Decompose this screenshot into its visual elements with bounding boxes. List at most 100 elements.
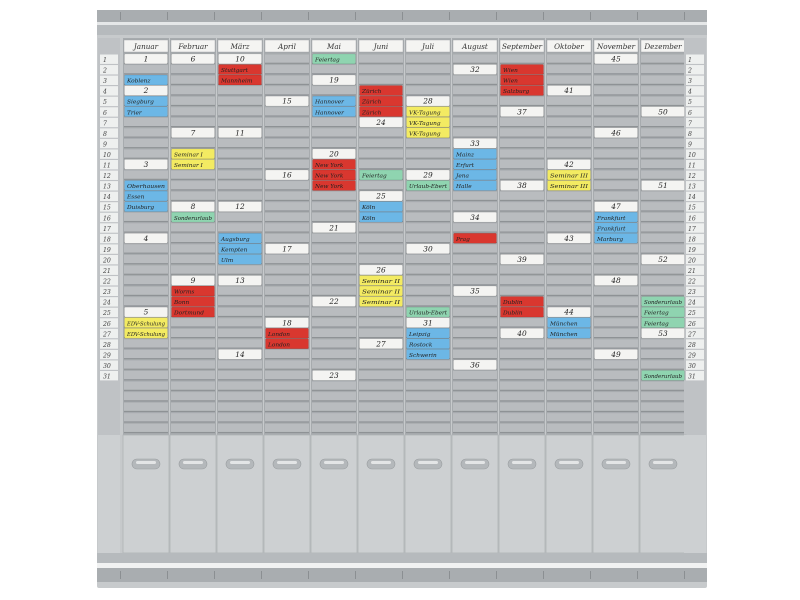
slot-edge — [641, 73, 685, 75]
slot-edge — [547, 347, 591, 349]
slot — [500, 117, 544, 128]
slot-edge — [265, 189, 309, 191]
plan-card-text: 21 — [328, 223, 338, 232]
row-number-left: 17 — [103, 226, 111, 233]
plan-card-text: Koblenz — [126, 79, 151, 85]
column-handle-shine — [324, 461, 344, 464]
slot — [124, 371, 168, 381]
slot — [594, 360, 638, 370]
slot-edge — [312, 358, 356, 360]
slot-edge — [312, 421, 356, 423]
plan-card-text: Siegburg — [127, 100, 154, 106]
slot-edge — [124, 220, 168, 223]
plan-card-text: Wien — [503, 68, 518, 74]
slot — [641, 349, 685, 360]
slot — [547, 54, 591, 64]
slot-edge — [406, 242, 450, 244]
slot — [218, 138, 262, 149]
slot — [359, 160, 403, 170]
slot-edge — [641, 94, 685, 96]
row-number-left: 9 — [103, 141, 107, 148]
slot — [171, 339, 215, 349]
column-handle-shine — [183, 461, 203, 464]
slot — [641, 138, 685, 149]
slot-edge — [218, 400, 262, 402]
slot — [641, 402, 685, 413]
slot-edge — [594, 189, 638, 191]
month-label: Februar — [177, 42, 208, 51]
slot — [124, 244, 168, 254]
slot-edge — [500, 136, 544, 138]
slot — [312, 423, 356, 434]
slot — [500, 339, 544, 349]
slot — [218, 318, 262, 328]
row-number-left: 21 — [102, 268, 111, 275]
plan-card-text: 16 — [282, 171, 292, 180]
rail-tick — [449, 12, 450, 20]
plan-card-text: 31 — [423, 318, 432, 327]
slot-edge — [124, 136, 168, 138]
slot — [547, 191, 591, 202]
slot — [594, 181, 638, 191]
plan-card-text: Seminar I — [174, 163, 204, 169]
slot — [547, 360, 591, 370]
slot — [500, 244, 544, 254]
slot-edge — [453, 410, 497, 413]
slot-edge — [453, 115, 497, 117]
slot-edge — [218, 347, 262, 349]
slot-edge — [594, 252, 638, 254]
slot-edge — [171, 368, 215, 370]
slot-edge — [171, 115, 215, 117]
slot-edge — [171, 389, 215, 391]
slot-edge — [594, 421, 638, 423]
slot — [312, 138, 356, 149]
plan-card-text: Sonderurlaub — [174, 216, 212, 222]
slot — [312, 191, 356, 202]
slot — [406, 423, 450, 434]
row-number-left: 28 — [102, 342, 111, 349]
slot-edge — [500, 252, 544, 254]
slot-edge — [453, 326, 497, 328]
plan-card-text: 35 — [470, 287, 480, 296]
slot-edge — [265, 389, 309, 391]
slot-edge — [406, 389, 450, 391]
slot-edge — [547, 273, 591, 275]
slot — [265, 181, 309, 191]
slot — [171, 170, 215, 180]
row-number-right: 12 — [688, 173, 696, 180]
slot-edge — [500, 284, 544, 286]
slot — [124, 149, 168, 159]
slot-edge — [265, 410, 309, 413]
slot — [124, 170, 168, 180]
slot — [171, 254, 215, 265]
slot-edge — [171, 147, 215, 149]
slot — [265, 371, 309, 381]
slot-edge — [359, 400, 403, 402]
slot-edge — [500, 178, 544, 180]
slot — [265, 413, 309, 423]
plan-card-text: EDV-Schulung — [126, 321, 165, 327]
row-number-right: 1 — [688, 57, 692, 64]
plan-card-text: Feiertag — [314, 58, 340, 64]
slot-edge — [265, 231, 309, 233]
slot-edge — [594, 379, 638, 381]
rail-tick — [355, 12, 356, 20]
plan-card-text: Seminar I — [174, 152, 204, 158]
column-handle-shine — [559, 461, 579, 464]
slot-edge — [265, 210, 309, 212]
slot-edge — [453, 136, 497, 138]
slot-edge — [359, 242, 403, 244]
slot — [359, 328, 403, 339]
slot — [265, 86, 309, 96]
row-number-left: 1 — [103, 57, 107, 64]
slot — [453, 202, 497, 212]
slot — [218, 170, 262, 180]
slot-edge — [594, 315, 638, 318]
slot — [171, 244, 215, 254]
slot — [641, 423, 685, 434]
slot-edge — [218, 94, 262, 96]
slot-edge — [547, 379, 591, 381]
row-number-right: 21 — [687, 268, 696, 275]
slot — [641, 117, 685, 128]
slot-edge — [218, 368, 262, 370]
